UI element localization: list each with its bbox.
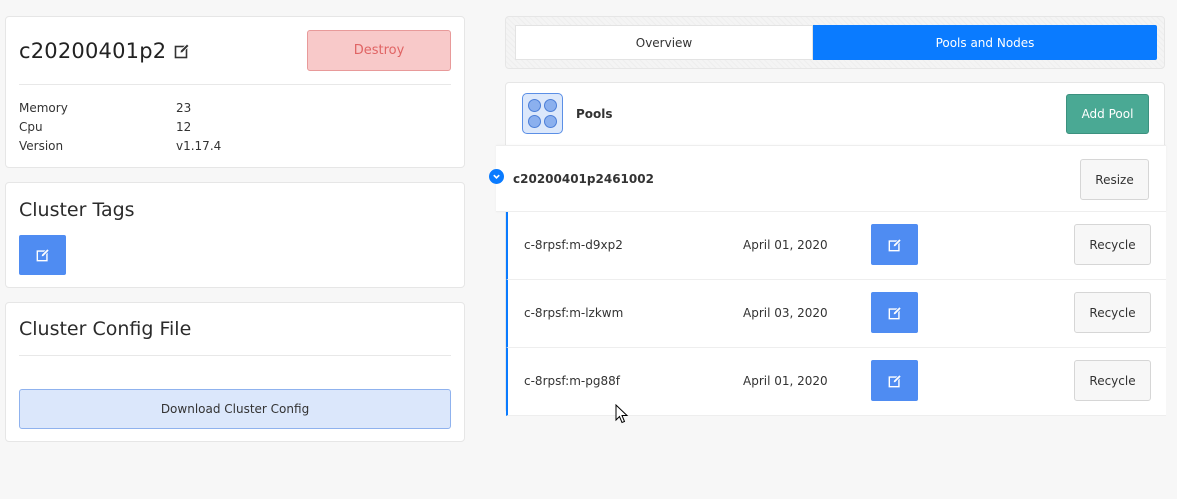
- edit-icon: [36, 248, 50, 262]
- cluster-tags-card: Cluster Tags: [5, 182, 465, 288]
- node-name: c-8rpsf:m-pg88f: [524, 374, 620, 388]
- cluster-tags-title: Cluster Tags: [19, 199, 135, 221]
- node-date: April 01, 2020: [743, 374, 828, 388]
- cluster-config-card: Cluster Config File Download Cluster Con…: [5, 302, 465, 442]
- divider: [19, 355, 451, 356]
- pools-card: Pools Add Pool c20200401p2461002 Resize …: [489, 82, 1166, 416]
- tab-pools-and-nodes[interactable]: Pools and Nodes: [813, 25, 1157, 60]
- edit-node-button[interactable]: [871, 360, 918, 401]
- mouse-cursor-icon: [615, 404, 629, 424]
- resize-button[interactable]: Resize: [1080, 159, 1149, 200]
- detail-value: 23: [176, 101, 192, 115]
- pool-name: c20200401p2461002: [513, 172, 654, 186]
- tab-overview[interactable]: Overview: [515, 25, 813, 60]
- node-row: c-8rpsf:m-lzkwm April 03, 2020 Recycle: [506, 280, 1166, 348]
- recycle-button[interactable]: Recycle: [1074, 360, 1151, 401]
- pools-title: Pools: [576, 107, 613, 121]
- download-config-button[interactable]: Download Cluster Config: [19, 389, 451, 429]
- detail-key: Version: [19, 139, 64, 153]
- cluster-name: c20200401p2: [19, 39, 167, 63]
- detail-value: 12: [176, 120, 192, 134]
- detail-key: Cpu: [19, 120, 43, 134]
- chevron-down-icon[interactable]: [489, 169, 504, 184]
- cluster-summary-card: c20200401p2 Destroy Memory 23 Cpu 12 Ver…: [5, 16, 465, 168]
- edit-node-button[interactable]: [871, 292, 918, 333]
- node-name: c-8rpsf:m-lzkwm: [524, 306, 624, 320]
- node-name: c-8rpsf:m-d9xp2: [524, 238, 623, 252]
- detail-key: Memory: [19, 101, 68, 115]
- view-tabs: Overview Pools and Nodes: [505, 16, 1165, 69]
- pool-grid-icon: [522, 93, 563, 134]
- pools-header: Pools Add Pool: [506, 83, 1164, 145]
- edit-icon: [888, 237, 902, 251]
- destroy-button[interactable]: Destroy: [307, 30, 451, 71]
- edit-icon: [888, 373, 902, 387]
- recycle-button[interactable]: Recycle: [1074, 292, 1151, 333]
- detail-value: v1.17.4: [176, 139, 222, 153]
- edit-name-icon[interactable]: [174, 43, 190, 59]
- recycle-button[interactable]: Recycle: [1074, 224, 1151, 265]
- edit-node-button[interactable]: [871, 224, 918, 265]
- node-row: c-8rpsf:m-d9xp2 April 01, 2020 Recycle: [506, 212, 1166, 280]
- pool-row[interactable]: c20200401p2461002 Resize: [489, 145, 1166, 212]
- divider: [19, 84, 451, 85]
- cluster-config-title: Cluster Config File: [19, 318, 192, 340]
- node-date: April 03, 2020: [743, 306, 828, 320]
- add-pool-button[interactable]: Add Pool: [1066, 94, 1149, 134]
- edit-tags-button[interactable]: [19, 235, 66, 275]
- node-date: April 01, 2020: [743, 238, 828, 252]
- node-row: c-8rpsf:m-pg88f April 01, 2020 Recycle: [506, 348, 1166, 416]
- edit-icon: [888, 305, 902, 319]
